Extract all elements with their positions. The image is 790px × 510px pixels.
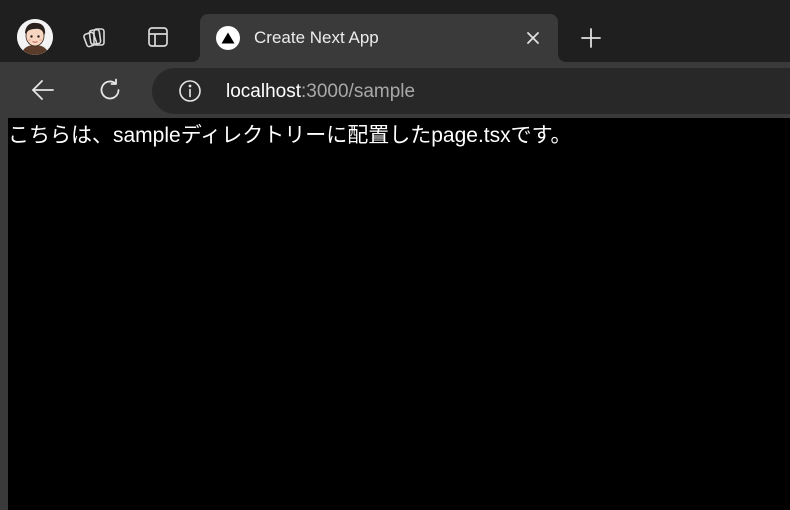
tab-title: Create Next App: [254, 28, 379, 47]
close-icon: [527, 32, 539, 44]
plus-icon: [581, 28, 601, 48]
url-path: :3000/sample: [301, 81, 416, 102]
window-frame-edge: [0, 118, 8, 510]
url-host: localhost: [226, 81, 301, 102]
reload-button[interactable]: [90, 70, 130, 110]
tab-close-button[interactable]: [522, 27, 544, 49]
new-tab-button[interactable]: [571, 18, 611, 58]
tab-strip: Create Next App: [0, 0, 790, 62]
tab-active[interactable]: Create Next App: [200, 14, 558, 62]
workspaces-button[interactable]: [75, 17, 115, 57]
profile-button[interactable]: [15, 17, 55, 57]
vertical-tabs-icon: [148, 27, 168, 47]
url-text[interactable]: localhost:3000/sample: [226, 81, 415, 103]
back-button[interactable]: [23, 70, 63, 110]
reload-icon: [100, 78, 120, 100]
browser-window: Create Next App localhost:3000/sample こち…: [0, 0, 790, 510]
workspaces-icon: [83, 28, 105, 48]
page-viewport: こちらは、sampleディレクトリーに配置したpage.tsxです。: [8, 118, 790, 510]
info-icon[interactable]: [178, 79, 202, 103]
back-arrow-icon: [32, 80, 54, 100]
page-body-text: こちらは、sampleディレクトリーに配置したpage.tsxです。: [8, 124, 572, 147]
address-bar[interactable]: localhost:3000/sample: [152, 68, 790, 114]
avatar: [17, 19, 53, 55]
vertical-tabs-button[interactable]: [138, 17, 178, 57]
nextjs-triangle-icon: [216, 26, 240, 50]
navigation-toolbar: localhost:3000/sample: [0, 62, 790, 118]
